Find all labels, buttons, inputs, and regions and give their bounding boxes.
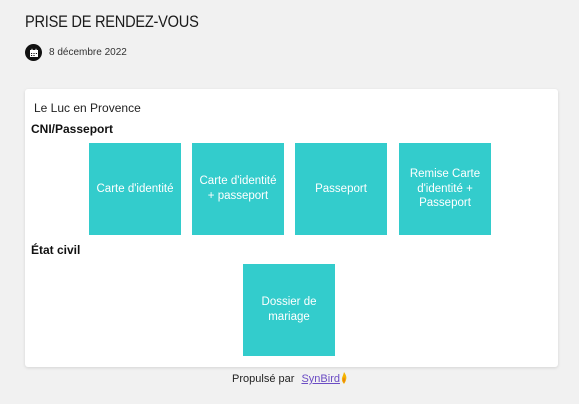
tile-remise-carte-identite-passeport[interactable]: Remise Carte d'identité + Passeport bbox=[399, 143, 491, 235]
publication-date: 8 décembre 2022 bbox=[49, 47, 127, 58]
tile-passeport[interactable]: Passeport bbox=[295, 143, 387, 235]
calendar-icon bbox=[25, 44, 42, 61]
date-row: 8 décembre 2022 bbox=[25, 44, 127, 61]
appointment-card: Le Luc en Provence CNI/Passeport Carte d… bbox=[25, 89, 558, 367]
footer: Propulsé par SynBird bbox=[0, 372, 579, 387]
page-title: PRISE DE RENDEZ-VOUS bbox=[25, 12, 199, 31]
section-title-cni-passeport: CNI/Passeport bbox=[31, 122, 114, 136]
section-title-etat-civil: État civil bbox=[31, 243, 81, 257]
location-label: Le Luc en Provence bbox=[34, 101, 141, 115]
tile-dossier-de-mariage[interactable]: Dossier de mariage bbox=[243, 264, 335, 356]
flame-icon bbox=[341, 372, 347, 387]
tile-carte-identite[interactable]: Carte d'identité bbox=[89, 143, 181, 235]
tile-carte-identite-passeport[interactable]: Carte d'identité + passeport bbox=[192, 143, 284, 235]
footer-prefix: Propulsé par bbox=[232, 373, 295, 385]
synbird-link[interactable]: SynBird bbox=[301, 373, 340, 385]
